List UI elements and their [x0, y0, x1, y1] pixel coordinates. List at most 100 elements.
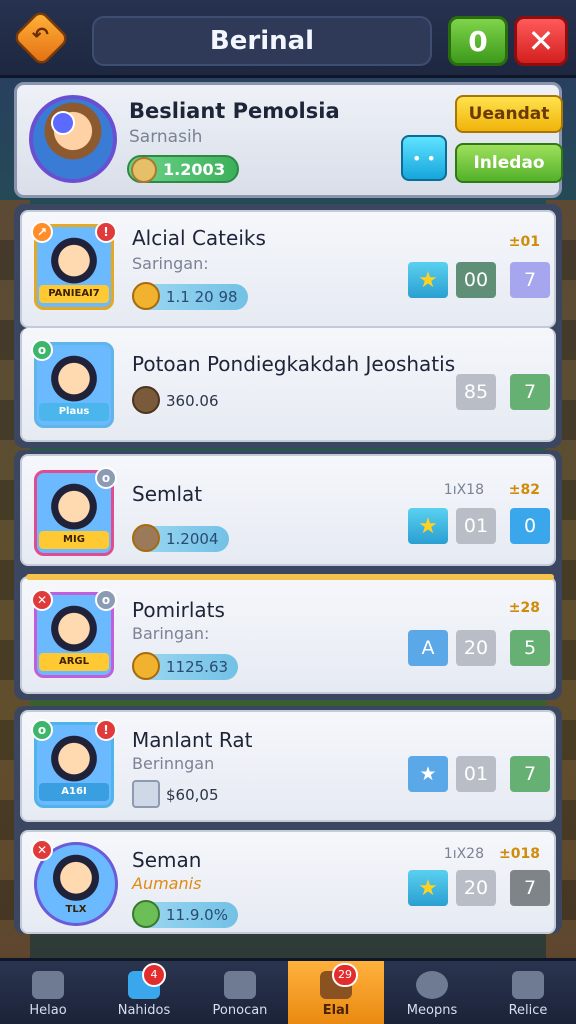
page-title: Berinal — [92, 16, 432, 66]
nav-item-home[interactable]: Helao — [0, 961, 96, 1024]
player-subtitle: Aumanis — [132, 874, 202, 893]
portrait-plate: PANIEAI7 — [39, 285, 109, 303]
badge-icon: o — [31, 719, 53, 741]
menu-icon — [512, 971, 544, 999]
stat-cell: A — [408, 630, 448, 666]
nav-item-users[interactable]: Ponocan — [192, 961, 288, 1024]
player-portrait: ↗ ! PANIEAI7 — [31, 221, 117, 310]
player-name: Alcial Cateiks — [132, 226, 266, 250]
player-portrait: o MIG — [34, 467, 117, 556]
player-score-chip: 1125.63 — [132, 652, 239, 680]
player-name: Seman — [132, 848, 202, 872]
star-icon[interactable]: ★ — [408, 870, 448, 906]
player-score-chip: 1.2004 — [132, 524, 229, 552]
top-bar: ↶ Berinal 0 ✕ — [0, 0, 576, 78]
gear-icon — [416, 971, 448, 999]
alert-icon: ! — [95, 221, 117, 243]
users-icon — [224, 971, 256, 999]
badge-icon: o — [31, 339, 53, 361]
leaderboard-group-3: o ! A16I Manlant Rat Berinngan $60,05 ★ … — [14, 706, 562, 934]
stat-cell: 0 — [510, 508, 550, 544]
player-score-chip: 360.06 — [132, 386, 229, 414]
nav-label: Elal — [322, 1003, 350, 1018]
player-name: Pomirlats — [132, 598, 225, 622]
player-subtitle: Saringan: — [132, 254, 209, 273]
settings-icon: o — [95, 589, 117, 611]
house-icon — [132, 386, 160, 414]
player-score: $60,05 — [166, 786, 219, 804]
portrait-plate: Plaus — [39, 403, 109, 421]
rank-label: ±01 — [508, 234, 540, 250]
profile-coins: 1.200З — [127, 155, 239, 183]
player-subtitle: Baringan: — [132, 624, 210, 643]
player-portrait: o ! A16I — [31, 719, 117, 808]
close-button[interactable]: ✕ — [514, 16, 568, 66]
profile-card: Besliant Pemolsia Sarnasih 1.200З • • Ue… — [14, 82, 563, 198]
settings-icon: o — [95, 467, 117, 489]
nav-item-stats[interactable]: 4 Nahidos — [96, 961, 192, 1024]
nav-item-rewards[interactable]: 29 Elal — [288, 961, 384, 1024]
stat-cell: 7 — [510, 870, 550, 906]
nav-label: Nahidos — [117, 1003, 171, 1018]
close-icon: ✕ — [31, 589, 53, 611]
section-divider — [26, 574, 554, 580]
stat-cell: 7 — [510, 262, 550, 298]
player-row[interactable]: ✕ o ARGL Pomirlats Baringan: 1125.63 ±28… — [20, 576, 556, 694]
back-arrow-icon: ↶ — [31, 23, 49, 47]
notification-badge: 4 — [142, 963, 166, 987]
nav-label: Helao — [29, 1003, 67, 1018]
portrait-plate: MIG — [39, 531, 109, 549]
close-icon: ✕ — [31, 839, 53, 861]
profile-name: Besliant Pemolsia — [129, 99, 340, 123]
stat-cell: 20 — [456, 870, 496, 906]
player-portrait: ✕ TLX — [31, 839, 118, 926]
player-score: 11.9.0% — [166, 906, 228, 924]
player-score-chip: 1.1 20 98 — [132, 282, 248, 310]
coin-icon — [132, 282, 160, 310]
ticket-icon — [132, 780, 160, 808]
player-row[interactable]: o MIG Semlat 1.2004 1ıX18 ±82 ★ 01 0 — [20, 454, 556, 566]
player-name: Potoan Pondiegkakdah Jeoshatis — [132, 352, 456, 376]
star-icon[interactable]: ★ — [408, 262, 448, 298]
player-score: 360.06 — [166, 392, 219, 410]
stat-cell: 20 — [456, 630, 496, 666]
avatar-icon — [132, 524, 160, 552]
profile-subtitle: Sarnasih — [129, 127, 203, 147]
nav-item-settings[interactable]: Meopns — [384, 961, 480, 1024]
nav-item-menu[interactable]: Relice — [480, 961, 576, 1024]
player-name: Semlat — [132, 482, 203, 506]
nav-label: Ponocan — [212, 1003, 268, 1018]
secondary-action-button[interactable]: Inledao — [455, 143, 563, 183]
star-icon[interactable]: ★ — [408, 508, 448, 544]
bottom-nav: Helao 4 Nahidos Ponocan 29 Elal Meopns R… — [0, 958, 576, 1024]
player-score: 1125.63 — [166, 658, 229, 676]
player-score-chip: $60,05 — [132, 780, 229, 808]
rank-up-icon: ↗ — [31, 221, 53, 243]
player-score: 1.1 20 98 — [166, 288, 238, 306]
avatar-icon — [132, 900, 160, 928]
portrait-plate: TLX — [65, 904, 87, 915]
primary-action-button[interactable]: Ueandat — [455, 95, 563, 133]
leaderboard-group-1: ↗ ! PANIEAI7 Alcial Cateiks Saringan: 1.… — [14, 204, 562, 448]
player-row[interactable]: ↗ ! PANIEAI7 Alcial Cateiks Saringan: 1.… — [20, 210, 556, 328]
star-icon[interactable]: ★ — [408, 756, 448, 792]
stat-cell: 00 — [456, 262, 496, 298]
home-icon — [32, 971, 64, 999]
counter-button[interactable]: 0 — [448, 16, 508, 66]
emote-button[interactable]: • • — [401, 135, 447, 181]
player-row[interactable]: ✕ TLX Seman Aumanis 11.9.0% 1ıX28 ±018 ★… — [20, 830, 556, 934]
player-avatar[interactable] — [29, 95, 117, 183]
player-row[interactable]: o Plaus Potoan Pondiegkakdah Jeoshatis 3… — [20, 328, 556, 442]
stat-cell: 7 — [510, 756, 550, 792]
coin-icon — [132, 652, 160, 680]
rank-label: ±82 — [508, 482, 540, 498]
player-subtitle: Berinngan — [132, 754, 215, 773]
notification-badge: 29 — [332, 963, 358, 987]
nav-label: Relice — [508, 1003, 548, 1018]
rank-label-secondary: 1ıX18 — [443, 482, 484, 498]
back-button[interactable]: ↶ — [11, 8, 71, 68]
player-portrait: o Plaus — [31, 339, 114, 428]
portrait-plate: ARGL — [39, 653, 109, 671]
player-row[interactable]: o ! A16I Manlant Rat Berinngan $60,05 ★ … — [20, 710, 556, 822]
stat-cell: 01 — [456, 756, 496, 792]
